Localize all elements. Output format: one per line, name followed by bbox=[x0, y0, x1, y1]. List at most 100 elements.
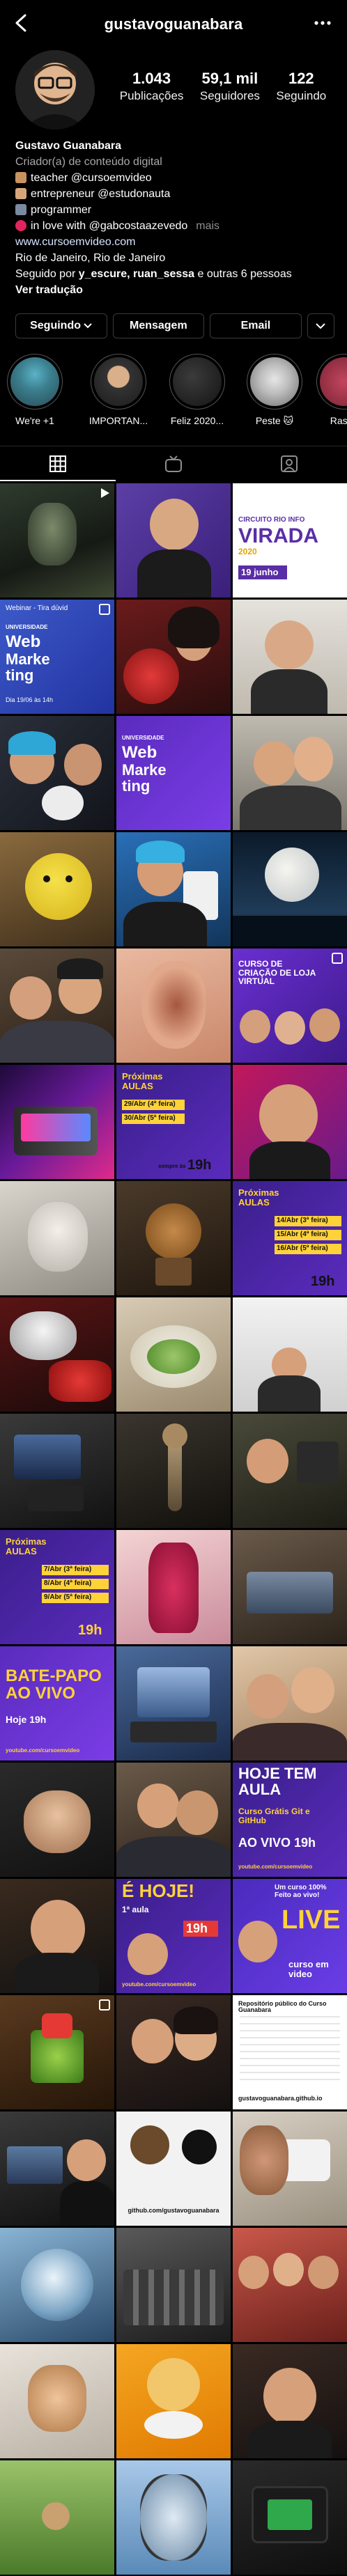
post-tile[interactable] bbox=[0, 483, 114, 598]
post-caption: github.com/gustavoguanabara bbox=[128, 2207, 219, 2214]
post-tile[interactable] bbox=[0, 1879, 114, 1993]
highlight-item[interactable]: IMPORTAN... bbox=[85, 354, 152, 426]
tab-igtv[interactable] bbox=[116, 446, 231, 481]
post-tile[interactable] bbox=[233, 2460, 347, 2575]
post-tile[interactable]: Repositório público do Curso Guanabara g… bbox=[233, 1995, 347, 2109]
post-tile[interactable]: É HOJE! 1ª aula 19h youtube.com/cursoemv… bbox=[116, 1879, 231, 1993]
post-tile[interactable]: Um curso 100% Feito ao vivo! LIVE curso … bbox=[233, 1879, 347, 1993]
post-caption: Um curso 100% Feito ao vivo! bbox=[275, 1884, 327, 1899]
tab-grid[interactable] bbox=[0, 446, 116, 481]
stat-value: 1.043 bbox=[132, 70, 171, 87]
post-tile[interactable] bbox=[233, 1297, 347, 1412]
post-tile[interactable]: Próximas AULAS 7/Abr (3ª feira) 8/Abr (4… bbox=[0, 1530, 114, 1644]
post-tile[interactable]: UNIVERSIDADE Web Marke ting bbox=[116, 716, 231, 830]
following-count[interactable]: 122 Seguindo bbox=[276, 70, 326, 103]
heart-emoji-icon bbox=[15, 220, 26, 231]
bio-line: in love with @gabcostaazevedo mais bbox=[15, 218, 336, 234]
bio-text: programmer bbox=[31, 204, 92, 216]
highlight-cover bbox=[173, 357, 222, 406]
post-tile[interactable]: CIRCUITO RIO INFO VIRADA 2020 19 junho bbox=[233, 483, 347, 598]
post-tile[interactable] bbox=[116, 832, 231, 946]
post-tile[interactable] bbox=[233, 2228, 347, 2342]
post-tile[interactable] bbox=[233, 2111, 347, 2226]
post-tile[interactable] bbox=[0, 832, 114, 946]
more-link[interactable]: mais bbox=[196, 220, 219, 232]
post-tile[interactable] bbox=[0, 1995, 114, 2109]
post-tile[interactable] bbox=[233, 1646, 347, 1761]
post-tile[interactable] bbox=[0, 1414, 114, 1528]
stat-label: Seguidores bbox=[199, 89, 260, 102]
post-tile[interactable] bbox=[233, 1414, 347, 1528]
post-tile[interactable] bbox=[0, 2111, 114, 2226]
highlight-item[interactable]: We're +1 bbox=[1, 354, 68, 426]
post-tile[interactable] bbox=[116, 1297, 231, 1412]
post-tile[interactable] bbox=[116, 1995, 231, 2109]
post-tile[interactable] bbox=[0, 1181, 114, 1295]
post-tile[interactable] bbox=[233, 1065, 347, 1179]
post-tile[interactable]: github.com/gustavoguanabara bbox=[116, 2111, 231, 2226]
highlight-item[interactable]: Raspb bbox=[311, 354, 347, 426]
see-translation-link[interactable]: Ver tradução bbox=[15, 282, 336, 298]
profile-avatar[interactable] bbox=[15, 50, 95, 130]
post-tile[interactable] bbox=[233, 600, 347, 714]
posts-count[interactable]: 1.043 Publicações bbox=[120, 70, 184, 103]
post-tile[interactable] bbox=[116, 483, 231, 598]
post-tile[interactable]: Próximas AULAS 29/Abr (4ª feira) 30/Abr … bbox=[116, 1065, 231, 1179]
followers-count[interactable]: 59,1 mil Seguidores bbox=[200, 70, 260, 103]
post-tile[interactable] bbox=[116, 1414, 231, 1528]
back-arrow-icon[interactable] bbox=[13, 13, 31, 33]
post-tile[interactable] bbox=[116, 1530, 231, 1644]
post-tile[interactable] bbox=[116, 2228, 231, 2342]
website-link[interactable]: www.cursoemvideo.com bbox=[15, 234, 336, 250]
post-image-subject bbox=[28, 2365, 86, 2432]
post-image-subject bbox=[251, 669, 327, 714]
post-tile[interactable] bbox=[233, 716, 347, 830]
bio-line: teacher @cursoemvideo bbox=[15, 170, 336, 186]
post-tile[interactable]: BATE-PAPO AO VIVO Hoje 19h youtube.com/c… bbox=[0, 1646, 114, 1761]
post-tile[interactable] bbox=[0, 2460, 114, 2575]
stat-label: Seguindo bbox=[276, 89, 327, 102]
highlight-item[interactable]: Peste 🐱 bbox=[241, 354, 308, 427]
post-tile[interactable] bbox=[0, 1763, 114, 1877]
post-tile[interactable]: CURSO DE CRIAÇÃO DE LOJA VIRTUAL bbox=[233, 949, 347, 1063]
followed-names: y_escure, ruan_sessa bbox=[78, 268, 195, 280]
followed-by[interactable]: Seguido por y_escure, ruan_sessa e outra… bbox=[15, 266, 336, 282]
post-tile[interactable] bbox=[0, 949, 114, 1063]
post-image-subject bbox=[259, 1084, 318, 1147]
suggested-users-button[interactable] bbox=[307, 313, 334, 338]
post-tile[interactable] bbox=[0, 716, 114, 830]
chevron-down-icon bbox=[84, 323, 93, 329]
followed-prefix: Seguido por bbox=[15, 268, 79, 280]
post-tile[interactable]: Webinar - Tira dúvid UNIVERSIDADE Web Ma… bbox=[0, 600, 114, 714]
following-button[interactable]: Seguindo bbox=[15, 313, 107, 338]
message-button[interactable]: Mensagem bbox=[112, 313, 205, 338]
post-image-subject bbox=[240, 786, 341, 830]
post-tile[interactable] bbox=[116, 949, 231, 1063]
post-tile[interactable] bbox=[233, 2344, 347, 2458]
tab-tagged[interactable] bbox=[231, 446, 347, 481]
post-tile[interactable] bbox=[233, 832, 347, 946]
post-tile[interactable]: HOJE TEM AULA Curso Grátis Git e GitHub … bbox=[233, 1763, 347, 1877]
more-options-icon[interactable] bbox=[314, 17, 332, 29]
post-image-subject bbox=[137, 1667, 210, 1717]
post-tile[interactable] bbox=[116, 1181, 231, 1295]
post-tile[interactable] bbox=[233, 1530, 347, 1644]
highlight-item[interactable]: Feliz 2020... bbox=[164, 354, 231, 426]
post-tile[interactable] bbox=[0, 2228, 114, 2342]
post-tile[interactable] bbox=[0, 2344, 114, 2458]
post-caption: 30/Abr (5ª feira) bbox=[122, 1114, 185, 1124]
post-tile[interactable]: Próximas AULAS 14/Abr (3ª feira) 15/Abr … bbox=[233, 1181, 347, 1295]
post-tile[interactable] bbox=[0, 1065, 114, 1179]
post-image-subject bbox=[15, 1953, 99, 1993]
post-tile[interactable] bbox=[116, 2460, 231, 2575]
post-tile[interactable] bbox=[0, 1297, 114, 1412]
highlight-cover bbox=[250, 357, 299, 406]
highlight-label: Feliz 2020... bbox=[170, 415, 224, 426]
post-image-subject bbox=[130, 2125, 169, 2164]
email-button[interactable]: Email bbox=[210, 313, 302, 338]
highlight-cover bbox=[10, 357, 59, 406]
post-tile[interactable] bbox=[116, 600, 231, 714]
post-tile[interactable] bbox=[116, 1646, 231, 1761]
post-tile[interactable] bbox=[116, 1763, 231, 1877]
post-tile[interactable] bbox=[116, 2344, 231, 2458]
